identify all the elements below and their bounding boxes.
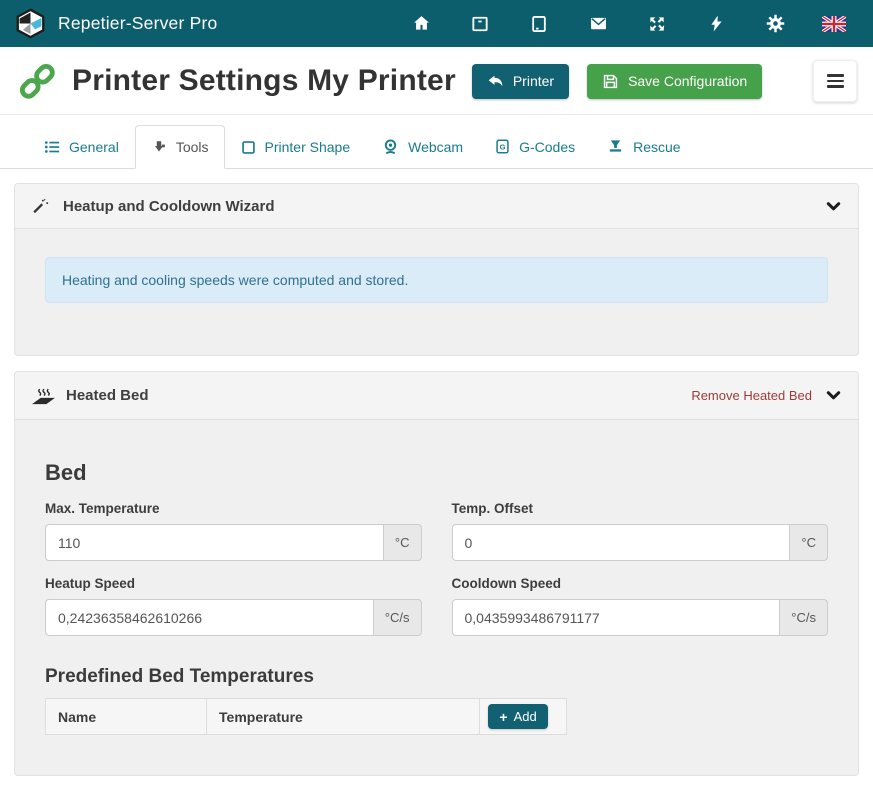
reply-arrow-icon [487,73,504,90]
plus-icon: + [499,710,507,724]
wizard-panel-header[interactable]: Heatup and Cooldown Wizard [15,184,858,229]
list-icon [44,139,60,155]
column-header-name: Name [46,699,207,735]
printer-button[interactable]: Printer [472,64,569,99]
unit-addon: °C [383,524,422,561]
hamburger-menu-button[interactable] [813,60,857,102]
chain-link-icon [16,60,58,102]
magic-wand-icon [31,197,49,215]
column-header-temperature: Temperature [207,699,480,735]
printers-icon[interactable] [468,12,492,36]
tab-rescue[interactable]: Rescue [591,124,696,169]
tab-webcam[interactable]: Webcam [366,124,479,169]
heatup-speed-label: Heatup Speed [45,576,422,591]
collapse-chevron-icon[interactable] [825,198,842,215]
predefined-temps-title: Predefined Bed Temperatures [45,666,828,688]
page-title: Printer Settings My Printer [72,64,456,98]
cooldown-speed-input[interactable] [452,599,780,636]
save-configuration-button[interactable]: Save Configuration [587,64,762,99]
unit-addon: °C/s [373,599,422,636]
language-flag-icon[interactable] [822,12,846,36]
heated-bed-panel-header[interactable]: Heated Bed Remove Heated Bed [15,372,858,420]
square-outline-icon [241,140,256,155]
home-icon[interactable] [409,12,433,36]
table-header-row: Name Temperature + Add [46,699,567,735]
tablet-icon[interactable] [527,12,551,36]
settings-gear-icon[interactable] [763,12,787,36]
wizard-panel-body: Heating and cooling speeds were computed… [15,229,858,355]
unit-addon: °C [789,524,828,561]
heatup-speed-input[interactable] [45,599,373,636]
bed-form: Max. Temperature °C Temp. Offset °C Heat… [45,486,828,636]
gcode-file-icon: G [495,138,510,155]
wizard-panel-title: Heatup and Cooldown Wizard [63,198,275,215]
tab-general[interactable]: General [28,125,135,169]
page-header: Printer Settings My Printer Printer Save… [0,47,873,115]
info-alert: Heating and cooling speeds were computed… [45,257,828,303]
fullscreen-icon[interactable] [645,12,669,36]
predefined-temps-table: Name Temperature + Add [45,698,567,735]
navbar-icon-group [409,12,858,36]
extruder-icon [151,139,167,155]
wizard-panel: Heatup and Cooldown Wizard Heating and c… [14,183,859,356]
tab-bar: General Tools Printer Shape Webcam G G-C… [0,124,873,169]
tab-tools[interactable]: Tools [135,125,225,169]
max-temperature-label: Max. Temperature [45,501,422,516]
remove-heated-bed-link[interactable]: Remove Heated Bed [691,388,812,403]
bed-section-title: Bed [45,460,828,486]
heated-bed-panel-title: Heated Bed [66,387,149,404]
temp-offset-input[interactable] [452,524,790,561]
unit-addon: °C/s [779,599,828,636]
cooldown-speed-label: Cooldown Speed [452,576,829,591]
heated-bed-panel: Heated Bed Remove Heated Bed Bed Max. Te… [14,371,859,776]
add-temperature-button[interactable]: + Add [488,704,547,729]
tab-gcodes[interactable]: G G-Codes [479,124,591,169]
tab-printer-shape[interactable]: Printer Shape [225,125,367,169]
bolt-icon[interactable] [704,12,728,36]
max-temperature-input[interactable] [45,524,383,561]
temp-offset-field: Temp. Offset °C [452,486,829,561]
messages-icon[interactable] [586,12,610,36]
cooldown-speed-field: Cooldown Speed °C/s [452,561,829,636]
heated-bed-panel-body: Bed Max. Temperature °C Temp. Offset °C … [15,420,858,775]
app-logo-icon[interactable] [15,8,46,39]
navbar: Repetier-Server Pro [0,0,873,47]
app-title: Repetier-Server Pro [58,13,217,34]
collapse-chevron-icon[interactable] [825,387,842,404]
save-floppy-icon [602,73,619,90]
heated-bed-icon [31,385,56,406]
webcam-icon [382,138,399,155]
rescue-nozzle-icon [607,138,624,155]
heatup-speed-field: Heatup Speed °C/s [45,561,422,636]
max-temperature-field: Max. Temperature °C [45,486,422,561]
temp-offset-label: Temp. Offset [452,501,829,516]
svg-text:G: G [500,142,506,151]
